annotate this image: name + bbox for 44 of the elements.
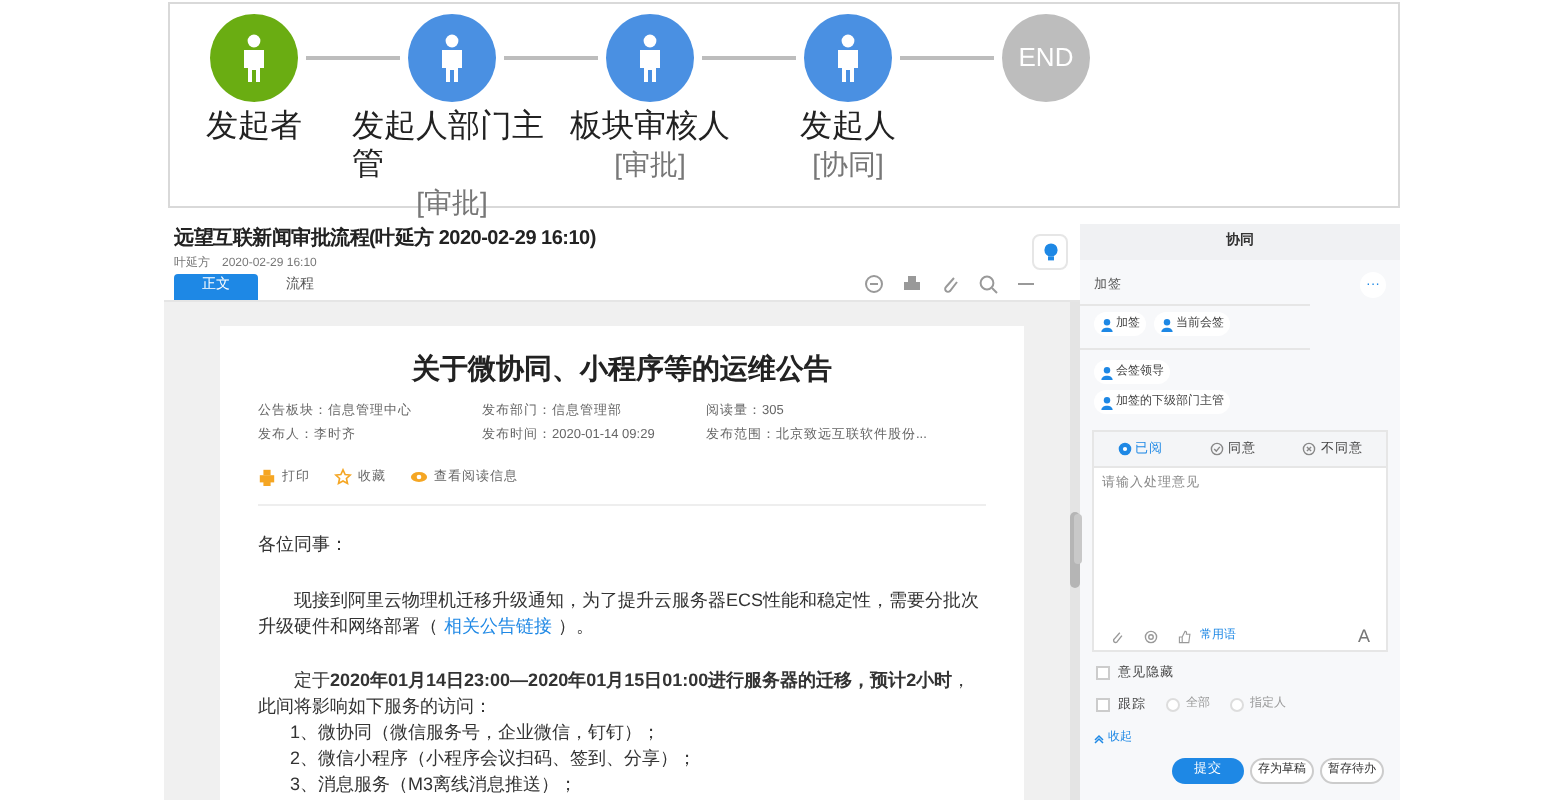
list-item: 1、微协同（微信服务号，企业微信，钉钉）； <box>288 719 663 746</box>
comment-icon[interactable] <box>864 274 884 294</box>
print-icon[interactable] <box>902 274 922 294</box>
eye-icon <box>410 468 428 487</box>
list-item: 2、微信小程序（小程序会议扫码、签到、分享）； <box>288 745 699 772</box>
greeting-text: 各位同事： <box>258 531 350 558</box>
person-add-icon <box>1160 317 1174 331</box>
document-title: 关于微协同、小程序等的运维公告 <box>409 350 834 386</box>
chevron-up-icon <box>1094 733 1104 743</box>
font-button[interactable]: A <box>1357 623 1370 651</box>
person-add-icon <box>1100 395 1114 409</box>
star-icon <box>334 468 352 487</box>
panel-resize-handle[interactable] <box>1074 514 1082 564</box>
step-note: [审批] <box>416 186 488 218</box>
print-icon <box>258 468 276 487</box>
list-item: 3、消息服务（M3离线消息推送）； <box>288 771 580 798</box>
step-label: 发起人部门主管 <box>352 108 546 184</box>
lightbulb-button[interactable] <box>1032 234 1068 270</box>
at-sign-icon[interactable] <box>1144 630 1158 644</box>
paragraph: 现接到阿里云物理机迁移升级通知，为了提升云服务器ECS性能和稳定性，需要分批次升级硬件和网络部署（ 相关公告链接 ）。 <box>258 587 982 640</box>
person-icon <box>438 34 466 82</box>
radio-icon <box>1117 442 1132 456</box>
step-label: 发起者 <box>206 108 302 146</box>
paperclip-icon[interactable] <box>940 274 960 294</box>
step-note: [协同] <box>812 148 884 180</box>
search-icon[interactable] <box>978 274 998 294</box>
window-title: 远望互联新闻审批流程(叶延方 2020-02-29 16:10) <box>174 226 596 254</box>
thumbs-up-icon[interactable] <box>1178 630 1192 644</box>
step-label: 板块审核人 <box>570 108 730 146</box>
step-note: [审批] <box>614 148 686 180</box>
scrollbar[interactable] <box>1070 302 1080 800</box>
person-icon <box>240 34 268 82</box>
radio-icon <box>1209 442 1224 456</box>
person-add-icon <box>1100 317 1114 331</box>
lightbulb-icon <box>1041 242 1059 262</box>
announcement-link[interactable]: 相关公告链接 <box>438 615 558 636</box>
paperclip-icon[interactable] <box>1110 630 1124 644</box>
person-icon <box>834 34 862 82</box>
person-add-icon <box>1100 365 1114 379</box>
step-label: 发起人 <box>800 108 896 146</box>
end-node: END <box>1002 14 1090 102</box>
paragraph: 定于2020年01月14日23:00—2020年01月15日01:00进行服务器的迁移，预计2小时，此间将影响如下服务的访问： <box>258 667 973 720</box>
radio-icon <box>1302 442 1317 456</box>
person-icon <box>636 34 664 82</box>
